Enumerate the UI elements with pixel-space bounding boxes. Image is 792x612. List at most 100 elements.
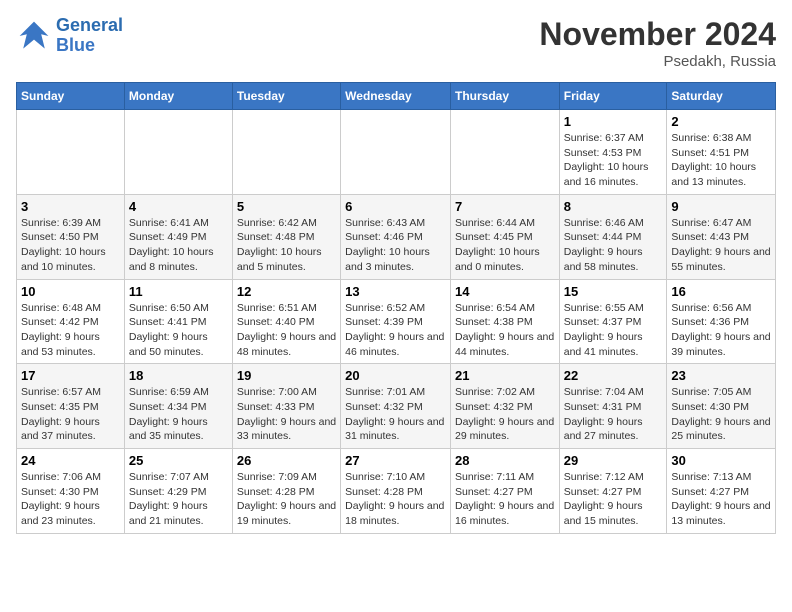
- day-cell: [17, 110, 125, 195]
- weekday-header-monday: Monday: [124, 83, 232, 110]
- day-number: 2: [671, 114, 771, 129]
- location-subtitle: Psedakh, Russia: [539, 53, 776, 70]
- day-info: Sunrise: 6:59 AM Sunset: 4:34 PM Dayligh…: [129, 385, 228, 444]
- day-number: 5: [237, 199, 336, 214]
- logo-icon: [16, 18, 52, 54]
- day-number: 15: [564, 284, 663, 299]
- day-info: Sunrise: 6:46 AM Sunset: 4:44 PM Dayligh…: [564, 216, 663, 275]
- day-cell: 3 Sunrise: 6:39 AM Sunset: 4:50 PM Daylig…: [17, 194, 125, 279]
- day-cell: 21 Sunrise: 7:02 AM Sunset: 4:32 PM Dayli…: [450, 364, 559, 449]
- logo-line1: General: [56, 15, 123, 35]
- week-row-2: 3 Sunrise: 6:39 AM Sunset: 4:50 PM Daylig…: [17, 194, 776, 279]
- day-cell: 4 Sunrise: 6:41 AM Sunset: 4:49 PM Daylig…: [124, 194, 232, 279]
- day-info: Sunrise: 7:05 AM Sunset: 4:30 PM Dayligh…: [671, 385, 771, 444]
- day-cell: 7 Sunrise: 6:44 AM Sunset: 4:45 PM Daylig…: [450, 194, 559, 279]
- week-row-1: 1Sunrise: 6:37 AM Sunset: 4:53 PM Daylig…: [17, 110, 776, 195]
- day-info: Sunrise: 7:12 AM Sunset: 4:27 PM Dayligh…: [564, 470, 663, 529]
- day-info: Sunrise: 7:11 AM Sunset: 4:27 PM Dayligh…: [455, 470, 555, 529]
- day-info: Sunrise: 6:39 AM Sunset: 4:50 PM Dayligh…: [21, 216, 120, 275]
- weekday-header-wednesday: Wednesday: [341, 83, 451, 110]
- day-info: Sunrise: 7:04 AM Sunset: 4:31 PM Dayligh…: [564, 385, 663, 444]
- day-info: Sunrise: 7:13 AM Sunset: 4:27 PM Dayligh…: [671, 470, 771, 529]
- weekday-header-saturday: Saturday: [667, 83, 776, 110]
- logo-text: General Blue: [56, 16, 123, 56]
- logo-line2: Blue: [56, 35, 95, 55]
- day-info: Sunrise: 6:56 AM Sunset: 4:36 PM Dayligh…: [671, 301, 771, 360]
- weekday-header-sunday: Sunday: [17, 83, 125, 110]
- day-info: Sunrise: 6:43 AM Sunset: 4:46 PM Dayligh…: [345, 216, 446, 275]
- week-row-4: 17 Sunrise: 6:57 AM Sunset: 4:35 PM Dayli…: [17, 364, 776, 449]
- day-number: 29: [564, 453, 663, 468]
- day-number: 23: [671, 368, 771, 383]
- day-info: Sunrise: 6:37 AM Sunset: 4:53 PM Dayligh…: [564, 131, 663, 190]
- day-number: 16: [671, 284, 771, 299]
- day-number: 14: [455, 284, 555, 299]
- weekday-header-friday: Friday: [559, 83, 667, 110]
- day-cell: 9 Sunrise: 6:47 AM Sunset: 4:43 PM Daylig…: [667, 194, 776, 279]
- day-info: Sunrise: 6:55 AM Sunset: 4:37 PM Dayligh…: [564, 301, 663, 360]
- day-cell: 6 Sunrise: 6:43 AM Sunset: 4:46 PM Daylig…: [341, 194, 451, 279]
- day-cell: 24 Sunrise: 7:06 AM Sunset: 4:30 PM Dayli…: [17, 449, 125, 534]
- day-number: 13: [345, 284, 446, 299]
- day-number: 21: [455, 368, 555, 383]
- day-cell: 12Sunrise: 6:51 AM Sunset: 4:40 PM Dayli…: [232, 279, 340, 364]
- day-info: Sunrise: 7:00 AM Sunset: 4:33 PM Dayligh…: [237, 385, 336, 444]
- day-info: Sunrise: 7:02 AM Sunset: 4:32 PM Dayligh…: [455, 385, 555, 444]
- day-cell: 13Sunrise: 6:52 AM Sunset: 4:39 PM Dayli…: [341, 279, 451, 364]
- day-number: 18: [129, 368, 228, 383]
- day-number: 30: [671, 453, 771, 468]
- day-cell: 17 Sunrise: 6:57 AM Sunset: 4:35 PM Dayli…: [17, 364, 125, 449]
- day-info: Sunrise: 7:01 AM Sunset: 4:32 PM Dayligh…: [345, 385, 446, 444]
- day-number: 7: [455, 199, 555, 214]
- day-info: Sunrise: 6:57 AM Sunset: 4:35 PM Dayligh…: [21, 385, 120, 444]
- day-cell: 30 Sunrise: 7:13 AM Sunset: 4:27 PM Dayli…: [667, 449, 776, 534]
- page-header: General Blue November 2024 Psedakh, Russ…: [16, 16, 776, 70]
- day-number: 4: [129, 199, 228, 214]
- day-number: 11: [129, 284, 228, 299]
- day-info: Sunrise: 6:44 AM Sunset: 4:45 PM Dayligh…: [455, 216, 555, 275]
- day-number: 25: [129, 453, 228, 468]
- day-cell: 1Sunrise: 6:37 AM Sunset: 4:53 PM Daylig…: [559, 110, 667, 195]
- month-title: November 2024: [539, 16, 776, 53]
- weekday-header-row: SundayMondayTuesdayWednesdayThursdayFrid…: [17, 83, 776, 110]
- calendar-table: SundayMondayTuesdayWednesdayThursdayFrid…: [16, 82, 776, 534]
- day-cell: 14 Sunrise: 6:54 AM Sunset: 4:38 PM Dayli…: [450, 279, 559, 364]
- day-cell: 26 Sunrise: 7:09 AM Sunset: 4:28 PM Dayli…: [232, 449, 340, 534]
- day-info: Sunrise: 7:09 AM Sunset: 4:28 PM Dayligh…: [237, 470, 336, 529]
- day-cell: 29 Sunrise: 7:12 AM Sunset: 4:27 PM Dayli…: [559, 449, 667, 534]
- day-number: 17: [21, 368, 120, 383]
- day-number: 27: [345, 453, 446, 468]
- day-cell: 8Sunrise: 6:46 AM Sunset: 4:44 PM Daylig…: [559, 194, 667, 279]
- day-info: Sunrise: 6:41 AM Sunset: 4:49 PM Dayligh…: [129, 216, 228, 275]
- day-cell: 27 Sunrise: 7:10 AM Sunset: 4:28 PM Dayli…: [341, 449, 451, 534]
- day-cell: 28 Sunrise: 7:11 AM Sunset: 4:27 PM Dayli…: [450, 449, 559, 534]
- day-number: 9: [671, 199, 771, 214]
- day-number: 26: [237, 453, 336, 468]
- day-cell: 19Sunrise: 7:00 AM Sunset: 4:33 PM Dayli…: [232, 364, 340, 449]
- day-info: Sunrise: 7:07 AM Sunset: 4:29 PM Dayligh…: [129, 470, 228, 529]
- day-cell: 25 Sunrise: 7:07 AM Sunset: 4:29 PM Dayli…: [124, 449, 232, 534]
- day-info: Sunrise: 6:50 AM Sunset: 4:41 PM Dayligh…: [129, 301, 228, 360]
- day-info: Sunrise: 6:47 AM Sunset: 4:43 PM Dayligh…: [671, 216, 771, 275]
- day-cell: [341, 110, 451, 195]
- day-cell: 2Sunrise: 6:38 AM Sunset: 4:51 PM Daylig…: [667, 110, 776, 195]
- day-info: Sunrise: 7:06 AM Sunset: 4:30 PM Dayligh…: [21, 470, 120, 529]
- weekday-header-tuesday: Tuesday: [232, 83, 340, 110]
- day-cell: 5 Sunrise: 6:42 AM Sunset: 4:48 PM Daylig…: [232, 194, 340, 279]
- day-cell: 16 Sunrise: 6:56 AM Sunset: 4:36 PM Dayli…: [667, 279, 776, 364]
- day-number: 6: [345, 199, 446, 214]
- day-number: 24: [21, 453, 120, 468]
- calendar-header: SundayMondayTuesdayWednesdayThursdayFrid…: [17, 83, 776, 110]
- day-info: Sunrise: 6:42 AM Sunset: 4:48 PM Dayligh…: [237, 216, 336, 275]
- day-number: 3: [21, 199, 120, 214]
- day-cell: 18 Sunrise: 6:59 AM Sunset: 4:34 PM Dayli…: [124, 364, 232, 449]
- week-row-3: 10Sunrise: 6:48 AM Sunset: 4:42 PM Dayli…: [17, 279, 776, 364]
- day-number: 28: [455, 453, 555, 468]
- day-number: 22: [564, 368, 663, 383]
- day-cell: 10Sunrise: 6:48 AM Sunset: 4:42 PM Dayli…: [17, 279, 125, 364]
- title-area: November 2024 Psedakh, Russia: [539, 16, 776, 70]
- day-info: Sunrise: 7:10 AM Sunset: 4:28 PM Dayligh…: [345, 470, 446, 529]
- day-cell: 22 Sunrise: 7:04 AM Sunset: 4:31 PM Dayli…: [559, 364, 667, 449]
- calendar-body: 1Sunrise: 6:37 AM Sunset: 4:53 PM Daylig…: [17, 110, 776, 534]
- day-info: Sunrise: 6:54 AM Sunset: 4:38 PM Dayligh…: [455, 301, 555, 360]
